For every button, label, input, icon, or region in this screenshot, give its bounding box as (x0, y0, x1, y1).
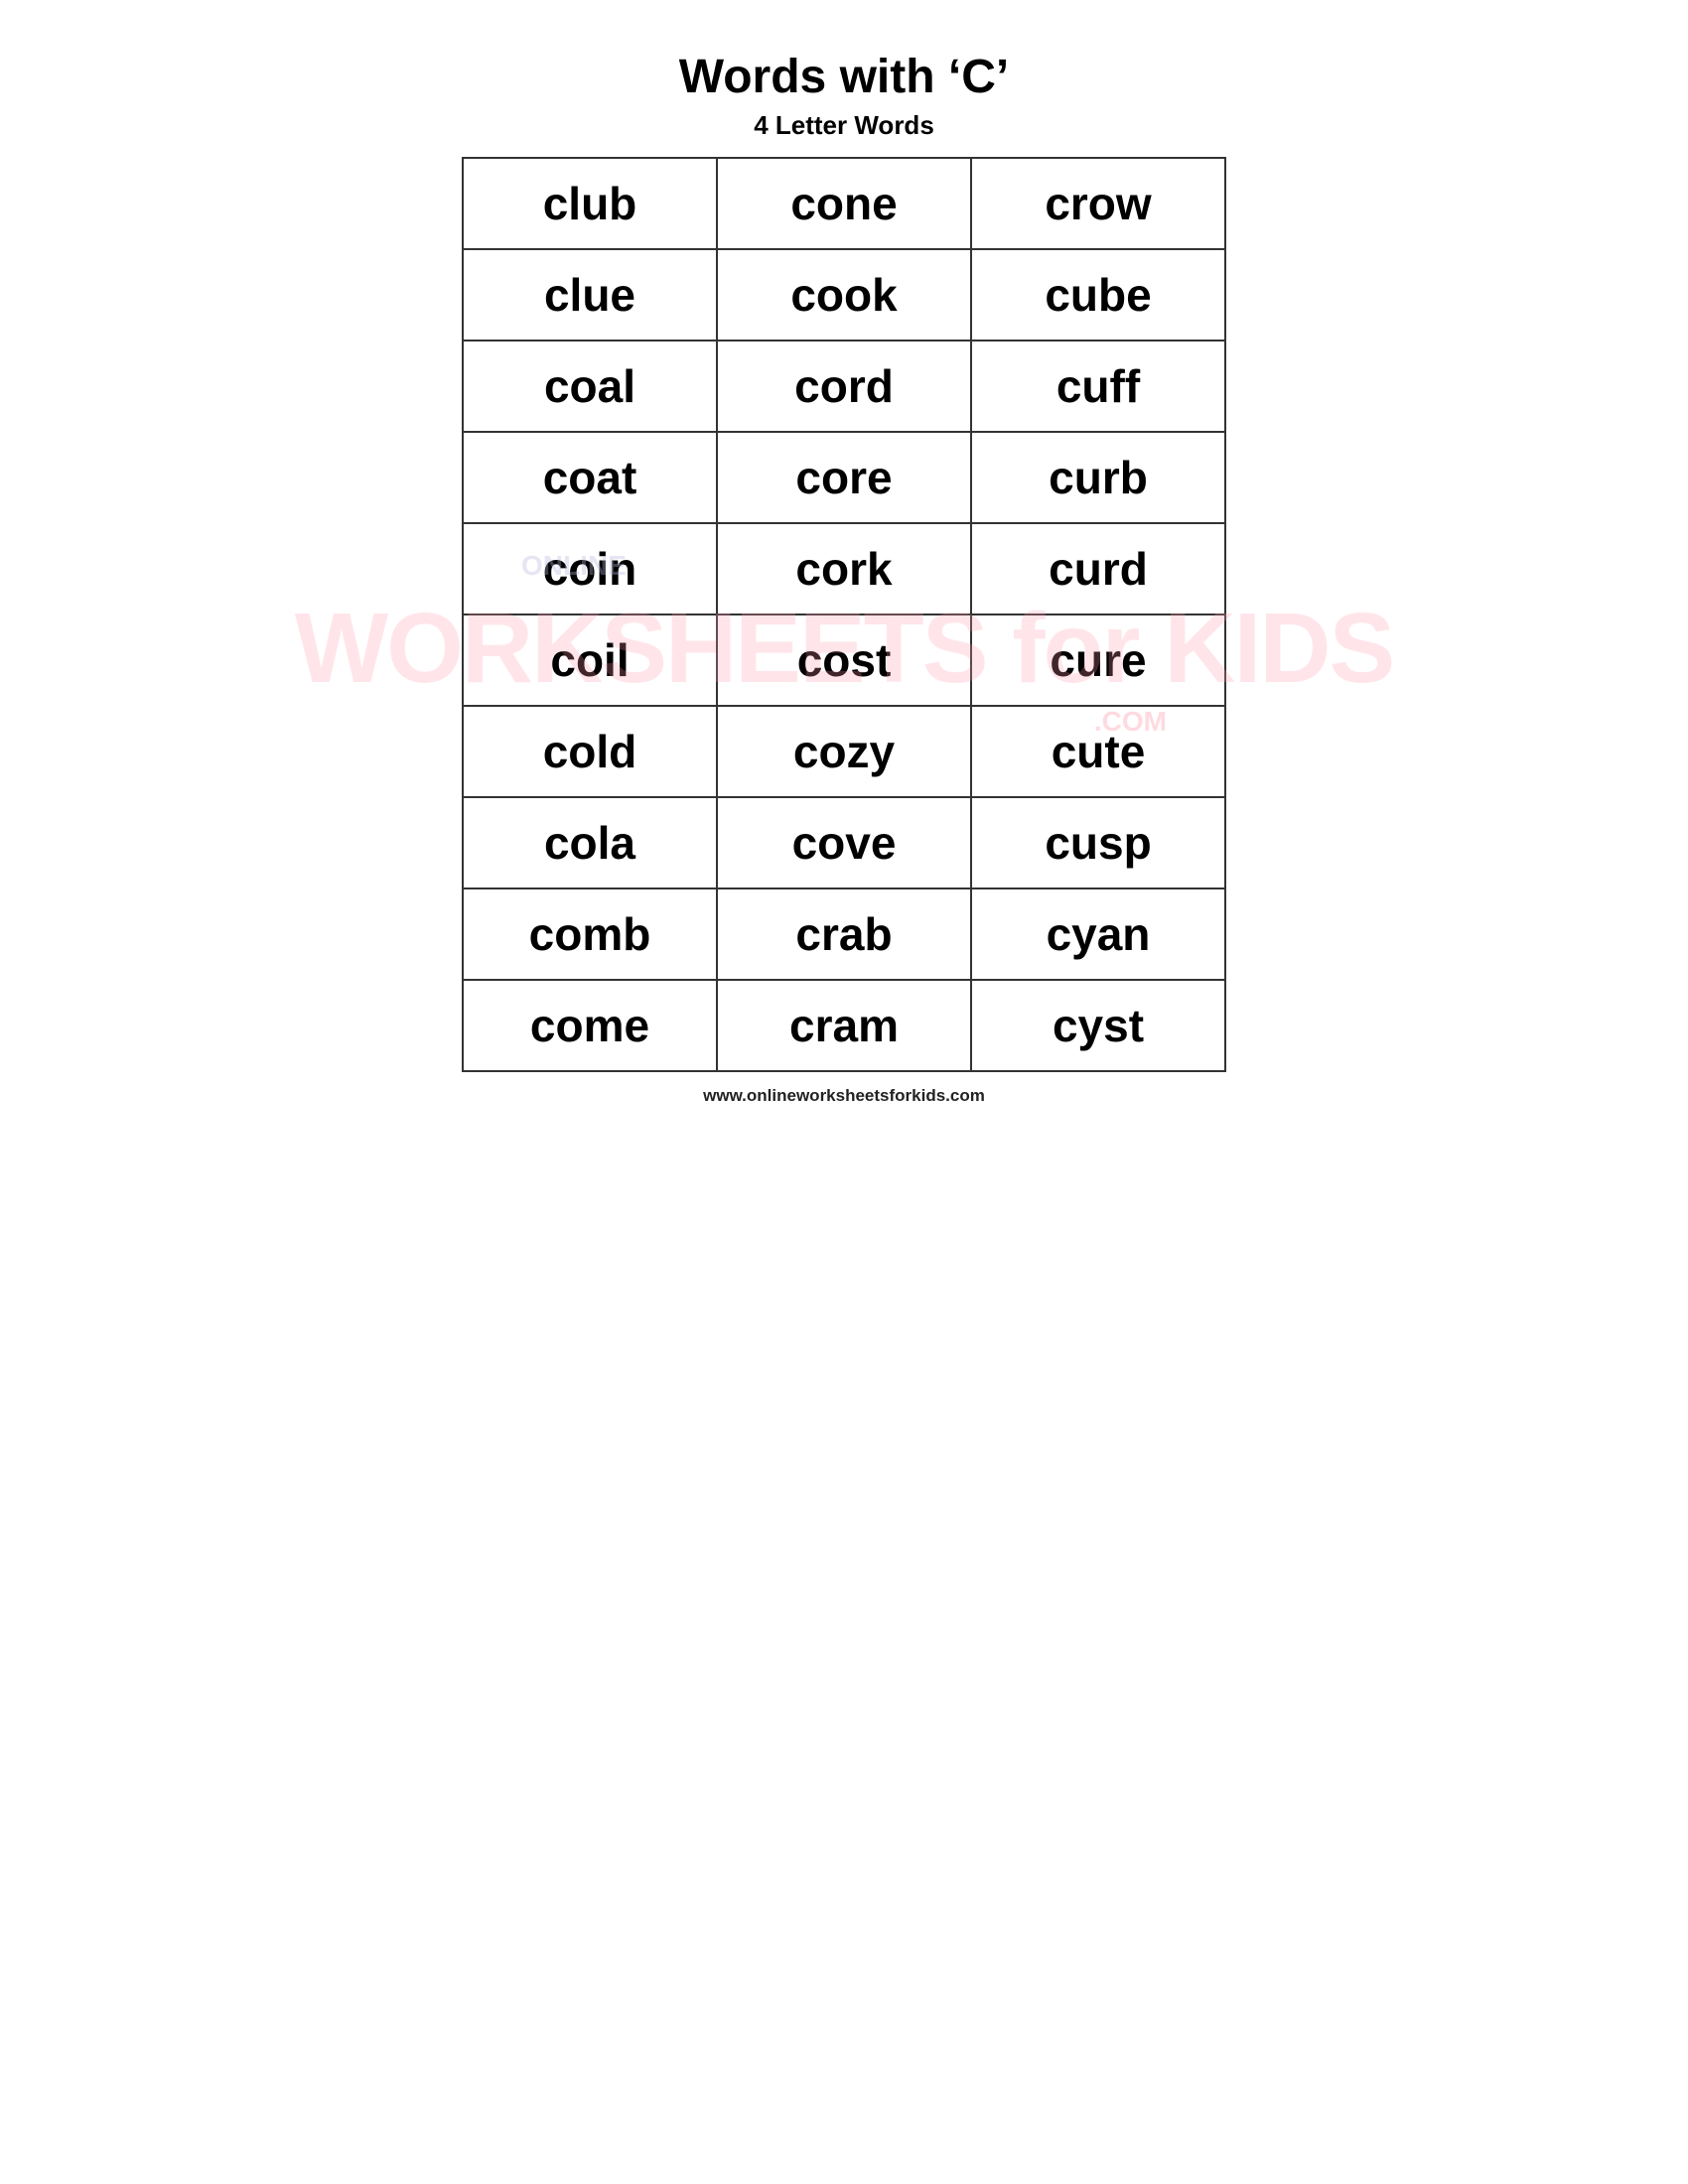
word-cell-3-1: core (717, 432, 971, 523)
word-cell-2-1: cord (717, 341, 971, 432)
table-row: comecramcyst (463, 980, 1225, 1071)
word-cell-3-0: coat (463, 432, 717, 523)
word-cell-9-2: cyst (971, 980, 1225, 1071)
table-row: coincorkcurd (463, 523, 1225, 614)
word-cell-9-1: cram (717, 980, 971, 1071)
table-row: coldcozycute (463, 706, 1225, 797)
word-cell-0-2: crow (971, 158, 1225, 249)
table-row: cluecookcube (463, 249, 1225, 341)
table-row: coilcostcure (463, 614, 1225, 706)
word-cell-5-2: cure (971, 614, 1225, 706)
table-row: clubconecrow (463, 158, 1225, 249)
word-cell-5-1: cost (717, 614, 971, 706)
word-table: clubconecrowcluecookcubecoalcordcuffcoat… (462, 157, 1226, 1072)
table-wrapper: ONLINE WORKSHEETS for KIDS .COM clubcone… (462, 157, 1226, 1072)
word-cell-8-2: cyan (971, 888, 1225, 980)
word-cell-9-0: come (463, 980, 717, 1071)
word-cell-1-0: clue (463, 249, 717, 341)
word-cell-4-1: cork (717, 523, 971, 614)
word-cell-2-0: coal (463, 341, 717, 432)
word-cell-1-2: cube (971, 249, 1225, 341)
word-cell-3-2: curb (971, 432, 1225, 523)
word-cell-8-1: crab (717, 888, 971, 980)
word-cell-8-0: comb (463, 888, 717, 980)
word-cell-6-1: cozy (717, 706, 971, 797)
table-row: coalcordcuff (463, 341, 1225, 432)
word-cell-6-2: cute (971, 706, 1225, 797)
page: Words with ‘C’ 4 Letter Words ONLINE WOR… (422, 20, 1266, 1126)
table-row: colacovecusp (463, 797, 1225, 888)
footer: www.onlineworksheetsforkids.com (462, 1086, 1226, 1106)
word-cell-7-0: cola (463, 797, 717, 888)
word-cell-7-2: cusp (971, 797, 1225, 888)
word-cell-7-1: cove (717, 797, 971, 888)
word-cell-1-1: cook (717, 249, 971, 341)
word-cell-4-0: coin (463, 523, 717, 614)
page-title: Words with ‘C’ (462, 50, 1226, 104)
word-cell-4-2: curd (971, 523, 1225, 614)
word-cell-0-0: club (463, 158, 717, 249)
word-cell-2-2: cuff (971, 341, 1225, 432)
page-subtitle: 4 Letter Words (462, 110, 1226, 141)
table-row: combcrabcyan (463, 888, 1225, 980)
table-row: coatcorecurb (463, 432, 1225, 523)
word-cell-6-0: cold (463, 706, 717, 797)
word-cell-5-0: coil (463, 614, 717, 706)
word-cell-0-1: cone (717, 158, 971, 249)
